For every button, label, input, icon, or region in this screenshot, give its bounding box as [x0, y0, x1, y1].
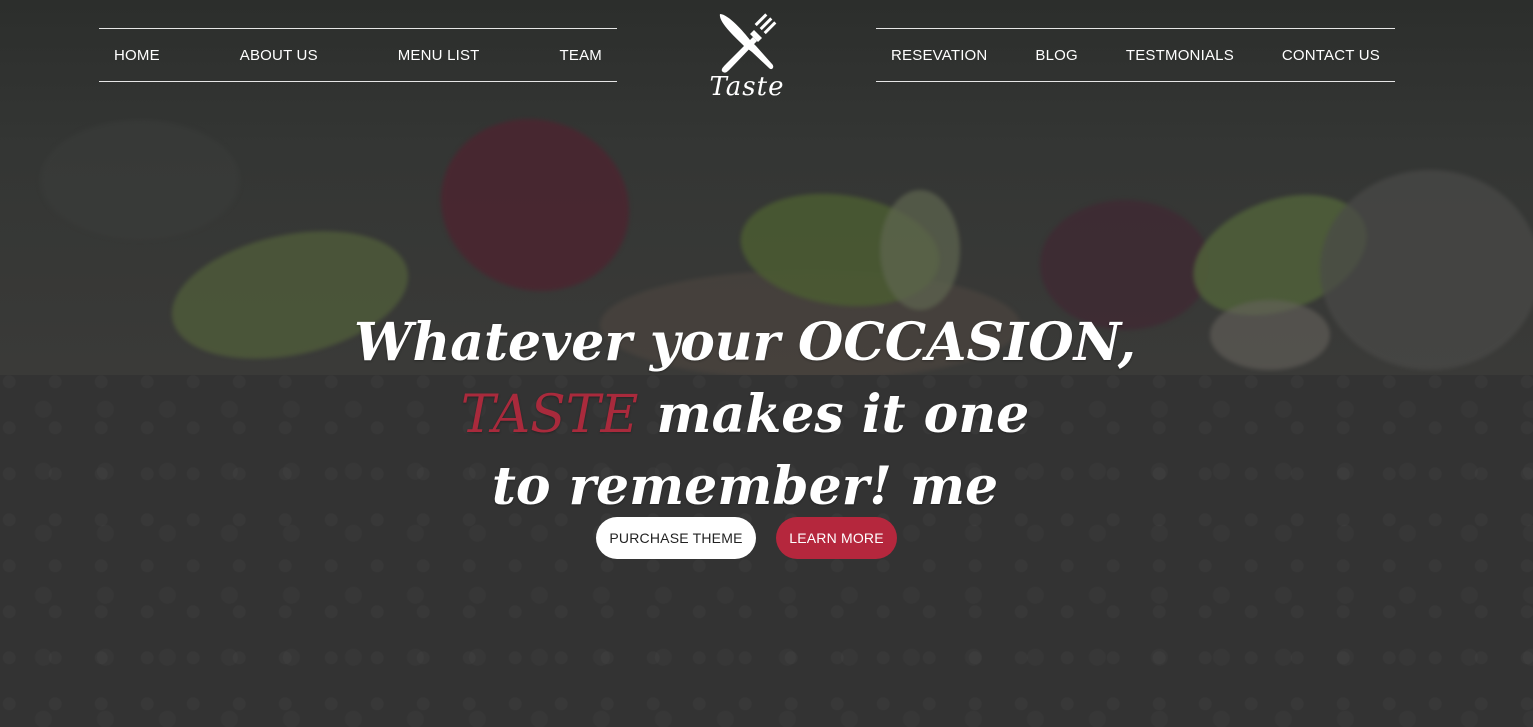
site-logo[interactable]: Taste — [705, 10, 789, 105]
hero-line-3: to remember! me — [491, 455, 999, 517]
nav-testimonials[interactable]: TESTMONIALS — [1126, 47, 1234, 64]
page: HOME ABOUT US MENU LIST TEAM Taste RESEV… — [0, 0, 1533, 727]
fork-knife-icon — [719, 13, 777, 73]
nav-blog[interactable]: BLOG — [1035, 47, 1077, 64]
hero-headline: Whatever your OCCASION, TASTE makes it o… — [300, 307, 1190, 523]
nav-contact-us[interactable]: CONTACT US — [1282, 47, 1380, 64]
nav-reservation[interactable]: RESEVATION — [891, 47, 987, 64]
nav-about-us[interactable]: ABOUT US — [240, 47, 318, 64]
main-nav-right: RESEVATION BLOG TESTMONIALS CONTACT US — [876, 28, 1395, 82]
hero-accent-word: TASTE — [460, 384, 639, 445]
hero-line-2: TASTE makes it one — [300, 379, 1190, 451]
hero-line-1: Whatever your OCCASION, — [354, 311, 1136, 373]
main-nav-left: HOME ABOUT US MENU LIST TEAM — [99, 28, 617, 82]
logo-text: Taste — [709, 72, 785, 102]
nav-menu-list[interactable]: MENU LIST — [398, 47, 480, 64]
nav-home[interactable]: HOME — [114, 47, 160, 64]
nav-team[interactable]: TEAM — [560, 47, 602, 64]
hero-line-2-text: makes it one — [638, 383, 1030, 445]
purchase-theme-button[interactable]: PURCHASE THEME — [596, 517, 756, 559]
learn-more-button[interactable]: LEARN MORE — [776, 517, 897, 559]
